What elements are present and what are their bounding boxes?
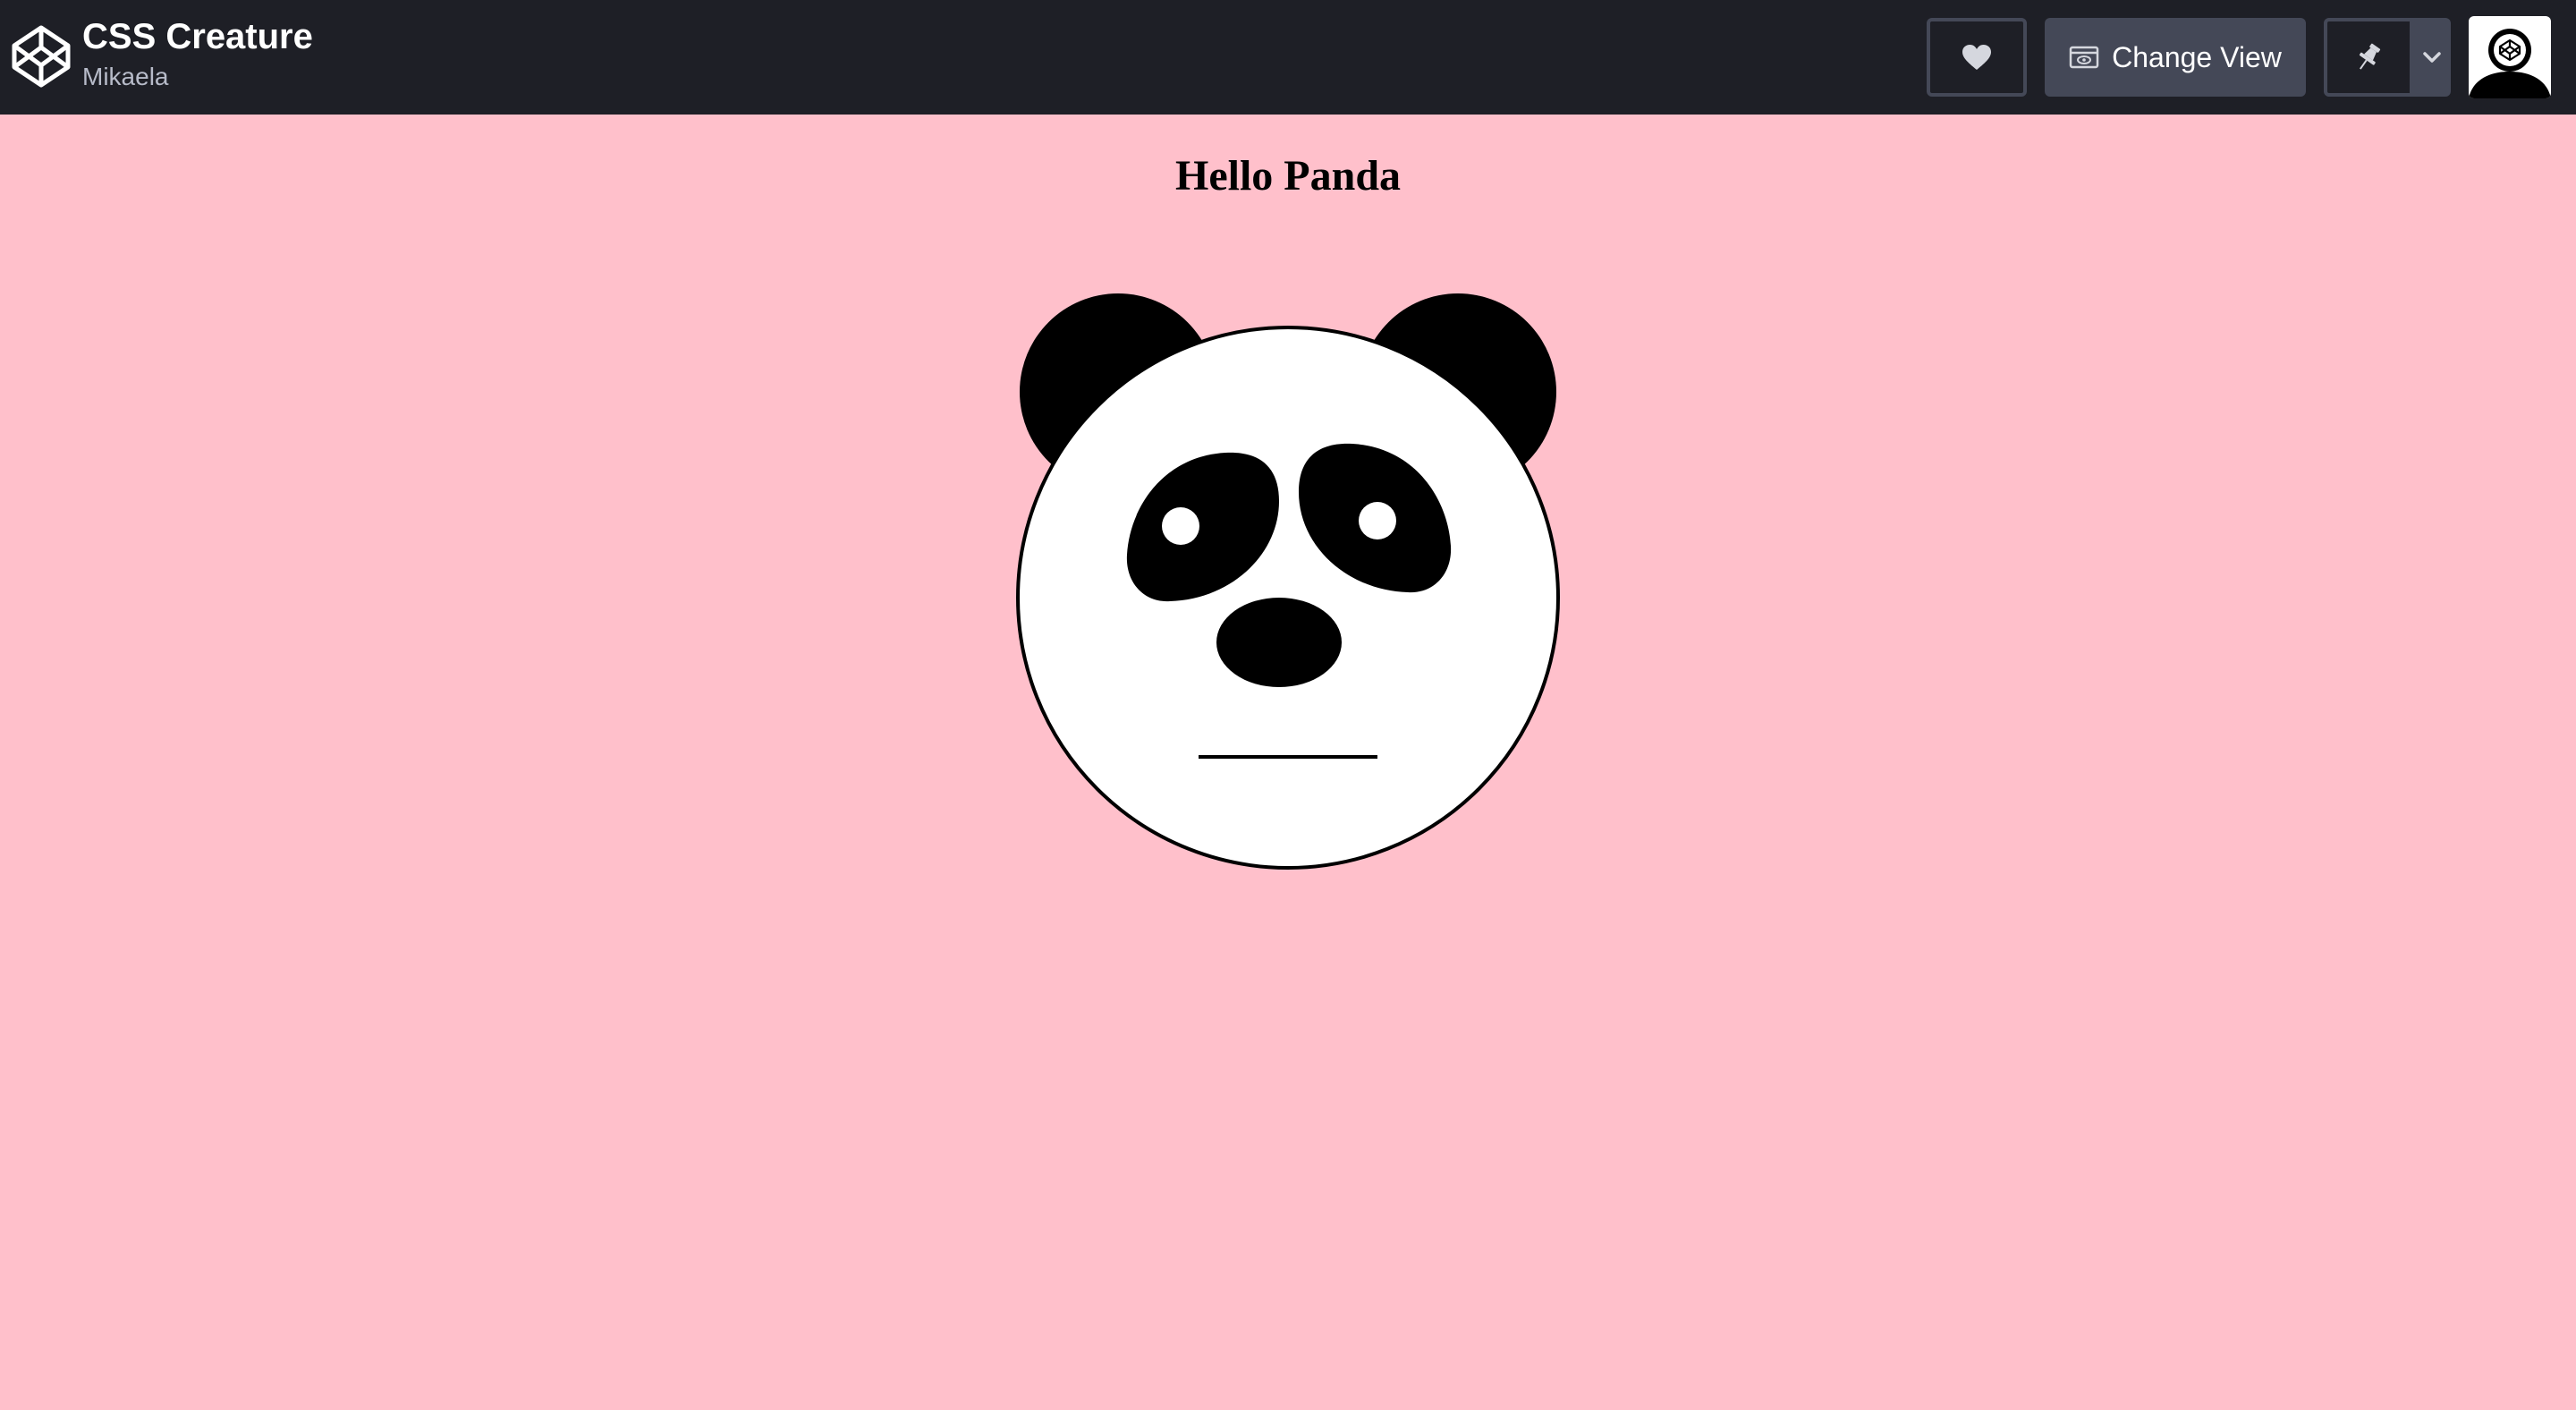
- user-avatar[interactable]: [2469, 16, 2551, 98]
- pin-options-toggle[interactable]: [2413, 18, 2451, 97]
- change-view-button[interactable]: Change View: [2045, 18, 2306, 97]
- heart-icon: [1962, 45, 1991, 70]
- pin-icon: [2359, 43, 2381, 70]
- heart-button[interactable]: [1927, 18, 2027, 97]
- panda-illustration: [1016, 293, 1560, 870]
- top-bar: CSS Creature Mikaela Change View: [0, 0, 2576, 115]
- pen-title-block: CSS Creature Mikaela: [82, 13, 313, 93]
- avatar-icon: [2469, 29, 2551, 98]
- pen-author[interactable]: Mikaela: [82, 61, 313, 93]
- pen-title[interactable]: CSS Creature: [82, 13, 313, 61]
- panda-face: [1016, 326, 1560, 870]
- change-view-icon: [2069, 46, 2099, 69]
- pin-button[interactable]: [2324, 18, 2413, 97]
- pin-button-group: [2324, 18, 2451, 97]
- page-heading: Hello Panda: [1174, 152, 1402, 200]
- change-view-label: Change View: [2112, 40, 2282, 73]
- panda-left-pupil: [1162, 507, 1199, 545]
- chevron-down-icon: [2423, 52, 2441, 63]
- codepen-logo-icon[interactable]: [11, 22, 72, 90]
- panda-nose: [1216, 598, 1342, 687]
- panda-right-pupil: [1359, 502, 1396, 539]
